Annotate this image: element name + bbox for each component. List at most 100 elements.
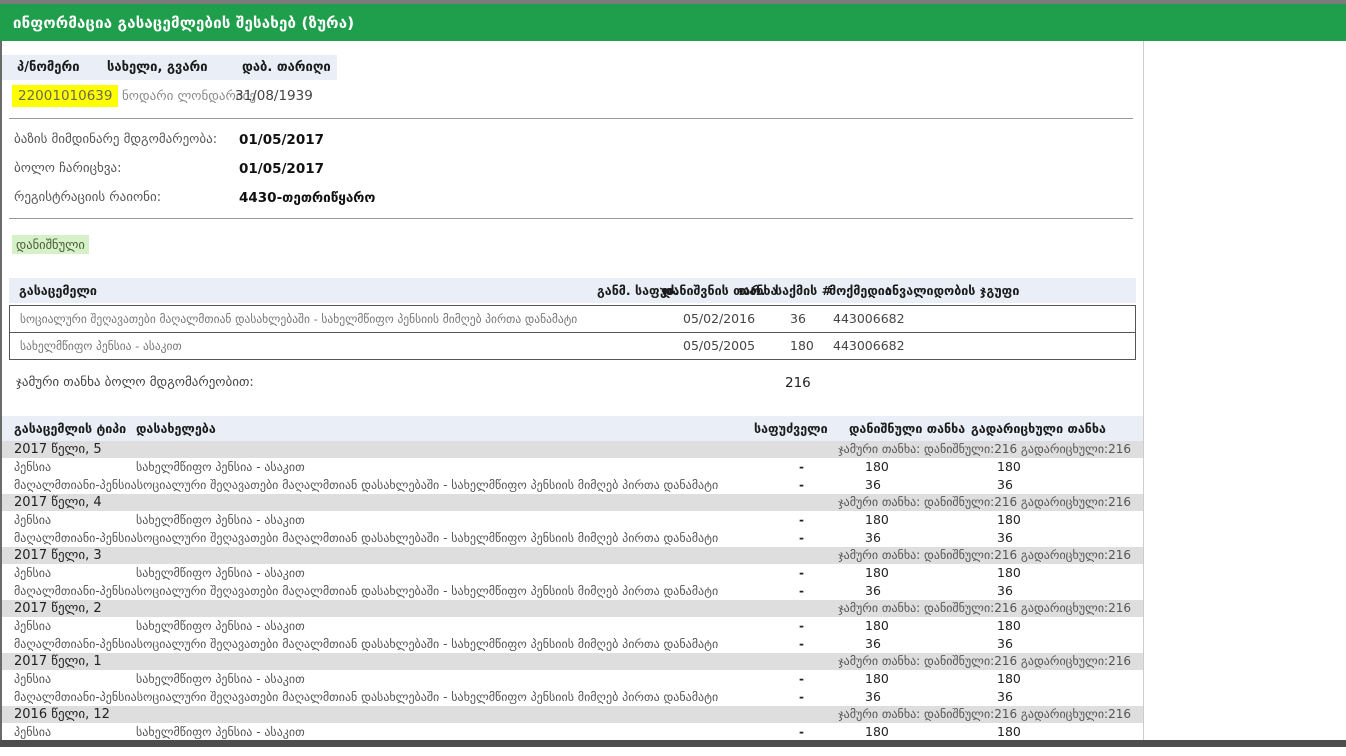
payments-col-assigned: დანიშნული თანხა bbox=[849, 421, 971, 436]
payments-col-basis: საფუძველი bbox=[754, 421, 849, 436]
benefit-amount: 36 bbox=[790, 306, 806, 332]
info-value: 4430-თეთრიწყარო bbox=[239, 190, 375, 206]
payment-group-header: 2017 წელი, 3 ჯამური თანხა: დანიშნული:216… bbox=[2, 547, 1143, 564]
payment-transferred-amount: 36 bbox=[971, 688, 1131, 705]
payment-row-main: პენსიასახელმწიფო პენსია - ასაკით bbox=[14, 512, 754, 529]
benefits-total-value: 216 bbox=[785, 368, 811, 398]
info-label: რეგისტრაციის რაიონი: bbox=[2, 190, 239, 205]
payment-assigned-amount: 180 bbox=[849, 564, 971, 581]
payment-name: სახელმწიფო პენსია - ასაკით bbox=[136, 460, 305, 474]
group-period-label: 2016 წელი, 12 bbox=[14, 706, 838, 723]
payment-assigned-amount: 36 bbox=[849, 476, 971, 493]
payment-row: მაღალმთიანი-პენსიასოციალური შეღავათები მ… bbox=[2, 688, 1143, 706]
payment-row-main: მაღალმთიანი-პენსიასოციალური შეღავათები მ… bbox=[14, 636, 754, 653]
payment-row: პენსიასახელმწიფო პენსია - ასაკით - 180 1… bbox=[2, 564, 1143, 582]
group-period-label: 2017 წელი, 5 bbox=[14, 441, 838, 458]
payments-col-transferred: გადარიცხული თანხა bbox=[971, 421, 1131, 436]
benefits-col-amount: თანხა bbox=[739, 278, 777, 303]
payment-row-main: მაღალმთიანი-პენსიასოციალური შეღავათები მ… bbox=[14, 583, 754, 600]
payment-row-main: პენსიასახელმწიფო პენსია - ასაკით bbox=[14, 618, 754, 635]
payment-row: მაღალმთიანი-პენსიასოციალური შეღავათები მ… bbox=[2, 476, 1143, 494]
payment-name: სოციალური შეღავათები მაღალმთიან დასახლებ… bbox=[137, 637, 718, 651]
payment-transferred-amount: 36 bbox=[971, 582, 1131, 599]
benefits-table-body: სოციალური შეღავათები მაღალმთიან დასახლებ… bbox=[9, 305, 1136, 360]
payments-col-type: გასაცემლის ტიპი bbox=[14, 421, 136, 436]
benefit-name: სახელმწიფო პენსია - ასაკით bbox=[20, 333, 182, 359]
payment-transferred-amount: 180 bbox=[971, 670, 1131, 687]
payment-group-header: 2017 წელი, 1 ჯამური თანხა: დანიშნული:216… bbox=[2, 653, 1143, 670]
payment-row: მაღალმთიანი-პენსიასოციალური შეღავათები მ… bbox=[2, 582, 1143, 600]
payment-row: პენსიასახელმწიფო პენსია - ასაკით - 180 1… bbox=[2, 723, 1143, 740]
payment-group: 2017 წელი, 2 ჯამური თანხა: დანიშნული:216… bbox=[2, 600, 1143, 653]
benefit-case-number: 443006682 bbox=[833, 306, 905, 332]
payment-name: სოციალური შეღავათები მაღალმთიან დასახლებ… bbox=[137, 531, 718, 545]
payment-row-main: პენსიასახელმწიფო პენსია - ასაკით bbox=[14, 565, 754, 582]
payment-row: მაღალმთიანი-პენსიასოციალური შეღავათები მ… bbox=[2, 529, 1143, 547]
window-bottom-edge bbox=[0, 740, 1346, 747]
benefits-col-name: გასაცემელი bbox=[19, 278, 97, 303]
payment-basis: - bbox=[754, 477, 849, 494]
payment-groups: 2017 წელი, 5 ჯამური თანხა: დანიშნული:216… bbox=[2, 441, 1143, 740]
payment-transferred-amount: 180 bbox=[971, 458, 1131, 475]
benefits-total-row: ჯამური თანხა ბოლო მდგომარეობით: 216 bbox=[2, 368, 1143, 398]
divider bbox=[9, 118, 1133, 119]
payment-assigned-amount: 36 bbox=[849, 688, 971, 705]
payment-transferred-amount: 180 bbox=[971, 723, 1131, 740]
payment-transferred-amount: 180 bbox=[971, 617, 1131, 634]
payment-name: სახელმწიფო პენსია - ასაკით bbox=[136, 513, 305, 527]
group-total-summary: ჯამური თანხა: დანიშნული:216 გადარიცხული:… bbox=[838, 600, 1131, 617]
payment-basis: - bbox=[754, 636, 849, 653]
payment-group-header: 2016 წელი, 12 ჯამური თანხა: დანიშნული:21… bbox=[2, 706, 1143, 723]
window-title: ინფორმაცია გასაცემლების შესახებ (ზურა) bbox=[13, 14, 354, 32]
payment-transferred-amount: 36 bbox=[971, 635, 1131, 652]
benefit-case-number: 443006682 bbox=[833, 333, 905, 359]
group-period-label: 2017 წელი, 2 bbox=[14, 600, 838, 617]
payments-table-header: გასაცემლის ტიპი დასახელება საფუძველი დან… bbox=[2, 416, 1143, 441]
divider bbox=[9, 218, 1133, 219]
payment-row: პენსიასახელმწიფო პენსია - ასაკით - 180 1… bbox=[2, 511, 1143, 529]
payment-transferred-amount: 180 bbox=[971, 564, 1131, 581]
payment-assigned-amount: 180 bbox=[849, 723, 971, 740]
info-fields: ბაზის მიმდინარე მდგომარეობა: 01/05/2017 … bbox=[2, 125, 1143, 212]
payment-assigned-amount: 36 bbox=[849, 635, 971, 652]
payment-type: პენსია bbox=[14, 565, 136, 582]
payment-type: პენსია bbox=[14, 618, 136, 635]
payment-name: სახელმწიფო პენსია - ასაკით bbox=[136, 672, 305, 686]
payment-type: მაღალმთიანი-პენსია bbox=[14, 636, 137, 653]
window-titlebar: ინფორმაცია გასაცემლების შესახებ (ზურა) bbox=[0, 4, 1346, 41]
payment-basis: - bbox=[754, 530, 849, 547]
info-row: ბოლო ჩარიცხვა: 01/05/2017 bbox=[2, 154, 1143, 183]
info-row: რეგისტრაციის რაიონი: 4430-თეთრიწყარო bbox=[2, 183, 1143, 212]
payment-basis: - bbox=[754, 565, 849, 582]
group-total-summary: ჯამური თანხა: დანიშნული:216 გადარიცხული:… bbox=[838, 653, 1131, 670]
benefit-assign-date: 05/05/2005 bbox=[683, 333, 755, 359]
payment-basis: - bbox=[754, 618, 849, 635]
person-col-name: სახელი, გვარი bbox=[107, 55, 208, 80]
payment-row-main: მაღალმთიანი-პენსიასოციალური შეღავათები მ… bbox=[14, 530, 754, 547]
payment-row-main: პენსიასახელმწიფო პენსია - ასაკით bbox=[14, 724, 754, 740]
assigned-status-badge: დანიშნული bbox=[12, 235, 89, 254]
payment-group: 2017 წელი, 1 ჯამური თანხა: დანიშნული:216… bbox=[2, 653, 1143, 706]
payment-name: სოციალური შეღავათები მაღალმთიან დასახლებ… bbox=[137, 584, 718, 598]
payment-basis: - bbox=[754, 459, 849, 476]
benefits-col-active: მოქმედია bbox=[829, 278, 892, 303]
payment-group: 2016 წელი, 12 ჯამური თანხა: დანიშნული:21… bbox=[2, 706, 1143, 740]
payment-transferred-amount: 36 bbox=[971, 529, 1131, 546]
benefit-amount: 180 bbox=[790, 333, 814, 359]
payment-row-main: პენსიასახელმწიფო პენსია - ასაკით bbox=[14, 671, 754, 688]
payment-type: მაღალმთიანი-პენსია bbox=[14, 530, 137, 547]
group-total-summary: ჯამური თანხა: დანიშნული:216 გადარიცხული:… bbox=[838, 441, 1131, 458]
benefit-row: სოციალური შეღავათები მაღალმთიან დასახლებ… bbox=[10, 306, 1135, 332]
payment-assigned-amount: 36 bbox=[849, 529, 971, 546]
payment-type: მაღალმთიანი-პენსია bbox=[14, 583, 137, 600]
payment-group-header: 2017 წელი, 5 ჯამური თანხა: დანიშნული:216… bbox=[2, 441, 1143, 458]
person-row: 22001010639 ნოდარი ლონდარიძე 31/08/1939 bbox=[2, 80, 1143, 112]
content-panel: პ/ნომერი სახელი, გვარი დაბ. თარიღი 22001… bbox=[0, 41, 1144, 740]
person-birthdate: 31/08/1939 bbox=[235, 88, 313, 104]
payment-basis: - bbox=[754, 583, 849, 600]
payment-row: პენსიასახელმწიფო პენსია - ასაკით - 180 1… bbox=[2, 458, 1143, 476]
person-id-highlight: 22001010639 bbox=[12, 85, 118, 107]
payment-group-header: 2017 წელი, 2 ჯამური თანხა: დანიშნული:216… bbox=[2, 600, 1143, 617]
payment-row-main: მაღალმთიანი-პენსიასოციალური შეღავათები მ… bbox=[14, 477, 754, 494]
payment-row-main: მაღალმთიანი-პენსიასოციალური შეღავათები მ… bbox=[14, 689, 754, 706]
